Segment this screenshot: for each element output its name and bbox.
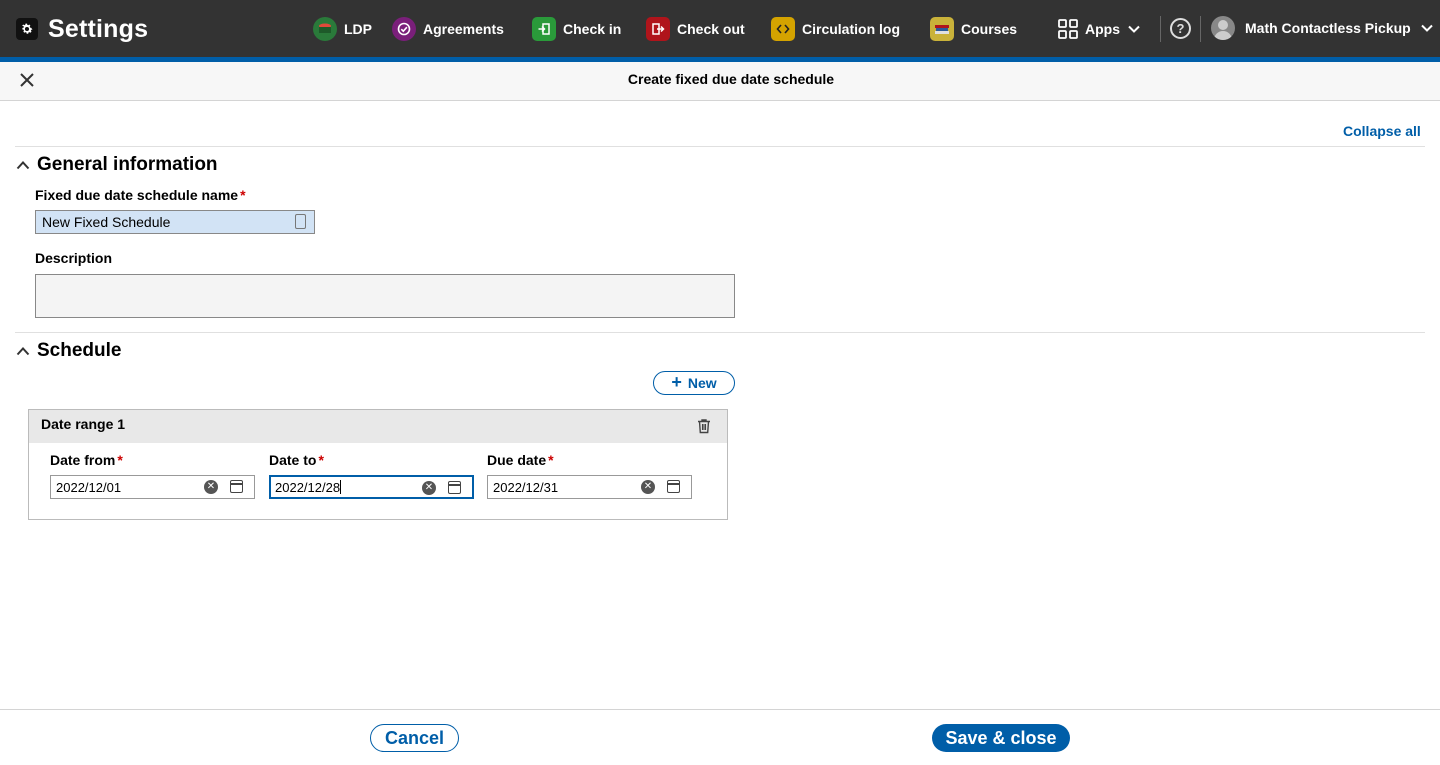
settings-gear-icon (16, 18, 38, 40)
save-and-close-button[interactable]: Save & close (932, 724, 1070, 752)
required-indicator: * (548, 452, 554, 468)
settings-home-link[interactable]: Settings (16, 15, 148, 43)
calendar-icon[interactable] (448, 481, 461, 494)
schedule-accordion-toggle[interactable]: Schedule (16, 340, 121, 362)
due-date-label-text: Due date (487, 452, 547, 468)
apps-grid-icon (1058, 19, 1078, 39)
date-to-label-text: Date to (269, 452, 317, 468)
nav-courses[interactable]: Courses (930, 16, 1017, 42)
pane-title: Create fixed due date schedule (627, 71, 835, 87)
schedule-name-value: New Fixed Schedule (42, 214, 171, 230)
check-in-icon (532, 17, 556, 41)
ldp-icon (313, 17, 337, 41)
chevron-up-icon (16, 161, 30, 170)
check-out-icon (646, 17, 670, 41)
date-to-input[interactable]: 2022/12/28 ✕ (269, 475, 474, 499)
nav-agreements[interactable]: Agreements (392, 16, 504, 42)
pane-header: Create fixed due date schedule (0, 62, 1440, 101)
cancel-button[interactable]: Cancel (370, 724, 459, 752)
chevron-down-icon (1128, 25, 1140, 33)
help-icon[interactable]: ? (1170, 18, 1191, 39)
due-date-value: 2022/12/31 (493, 480, 559, 495)
new-button-label: New (687, 375, 717, 391)
nav-divider (1160, 16, 1161, 42)
section-divider (15, 332, 1425, 333)
trash-icon[interactable] (697, 418, 711, 434)
due-date-input[interactable]: 2022/12/31 ✕ (487, 475, 692, 499)
apps-menu-button[interactable]: Apps (1058, 16, 1140, 42)
autofill-key-icon[interactable] (295, 214, 306, 229)
nav-courses-label: Courses (961, 21, 1018, 37)
required-indicator: * (240, 187, 246, 203)
date-range-title: Date range 1 (41, 416, 126, 432)
schedule-name-label-text: Fixed due date schedule name (35, 187, 239, 203)
date-range-card: Date range 1 Date from * 2022/12/01 ✕ Dat… (28, 409, 728, 520)
nav-circulation-log-label: Circulation log (802, 21, 900, 37)
courses-icon (930, 17, 954, 41)
nav-check-in-label: Check in (563, 21, 622, 37)
nav-check-out[interactable]: Check out (646, 16, 745, 42)
top-navigation-bar: Settings LDP Agreements Check in Check o… (0, 0, 1440, 57)
schedule-name-label: Fixed due date schedule name * (35, 187, 246, 203)
pane-footer: Cancel Save & close (0, 709, 1440, 765)
nav-ldp[interactable]: LDP (313, 16, 372, 42)
nav-ldp-label: LDP (344, 21, 372, 37)
date-to-label: Date to * (269, 452, 324, 468)
circulation-log-icon (771, 17, 795, 41)
date-from-label: Date from * (50, 452, 123, 468)
date-to-value: 2022/12/28 (275, 480, 341, 495)
collapse-all-button[interactable]: Collapse all (1343, 123, 1421, 139)
user-menu-label: Math Contactless Pickup (1245, 20, 1411, 36)
new-date-range-button[interactable]: + New (653, 371, 735, 395)
text-cursor (340, 480, 342, 494)
apps-menu-label: Apps (1085, 21, 1120, 37)
date-from-label-text: Date from (50, 452, 116, 468)
schedule-heading: Schedule (37, 340, 122, 361)
date-range-header: Date range 1 (29, 410, 727, 443)
nav-check-out-label: Check out (677, 21, 745, 37)
clear-icon[interactable]: ✕ (641, 480, 655, 494)
required-indicator: * (318, 452, 324, 468)
chevron-down-icon (1420, 19, 1433, 35)
calendar-icon[interactable] (667, 480, 680, 493)
general-information-heading: General information (37, 154, 218, 175)
chevron-up-icon (16, 347, 30, 356)
required-indicator: * (117, 452, 123, 468)
date-from-value: 2022/12/01 (56, 480, 122, 495)
clear-icon[interactable]: ✕ (204, 480, 218, 494)
app-title: Settings (48, 14, 149, 43)
nav-check-in[interactable]: Check in (532, 16, 621, 42)
agreements-icon (392, 17, 416, 41)
user-menu-button[interactable]: Math Contactless Pickup (1245, 19, 1433, 36)
general-information-accordion-toggle[interactable]: General information (16, 154, 218, 176)
date-from-input[interactable]: 2022/12/01 ✕ (50, 475, 255, 499)
clear-icon[interactable]: ✕ (422, 481, 436, 495)
plus-icon: + (671, 371, 682, 392)
description-label: Description (35, 250, 113, 266)
schedule-name-input[interactable]: New Fixed Schedule (35, 210, 315, 234)
calendar-icon[interactable] (230, 480, 243, 493)
section-divider (15, 146, 1425, 147)
nav-circulation-log[interactable]: Circulation log (771, 16, 900, 42)
due-date-label: Due date * (487, 452, 554, 468)
description-textarea[interactable] (35, 274, 735, 318)
nav-divider (1200, 16, 1201, 42)
avatar[interactable] (1211, 16, 1235, 40)
nav-agreements-label: Agreements (423, 21, 504, 37)
